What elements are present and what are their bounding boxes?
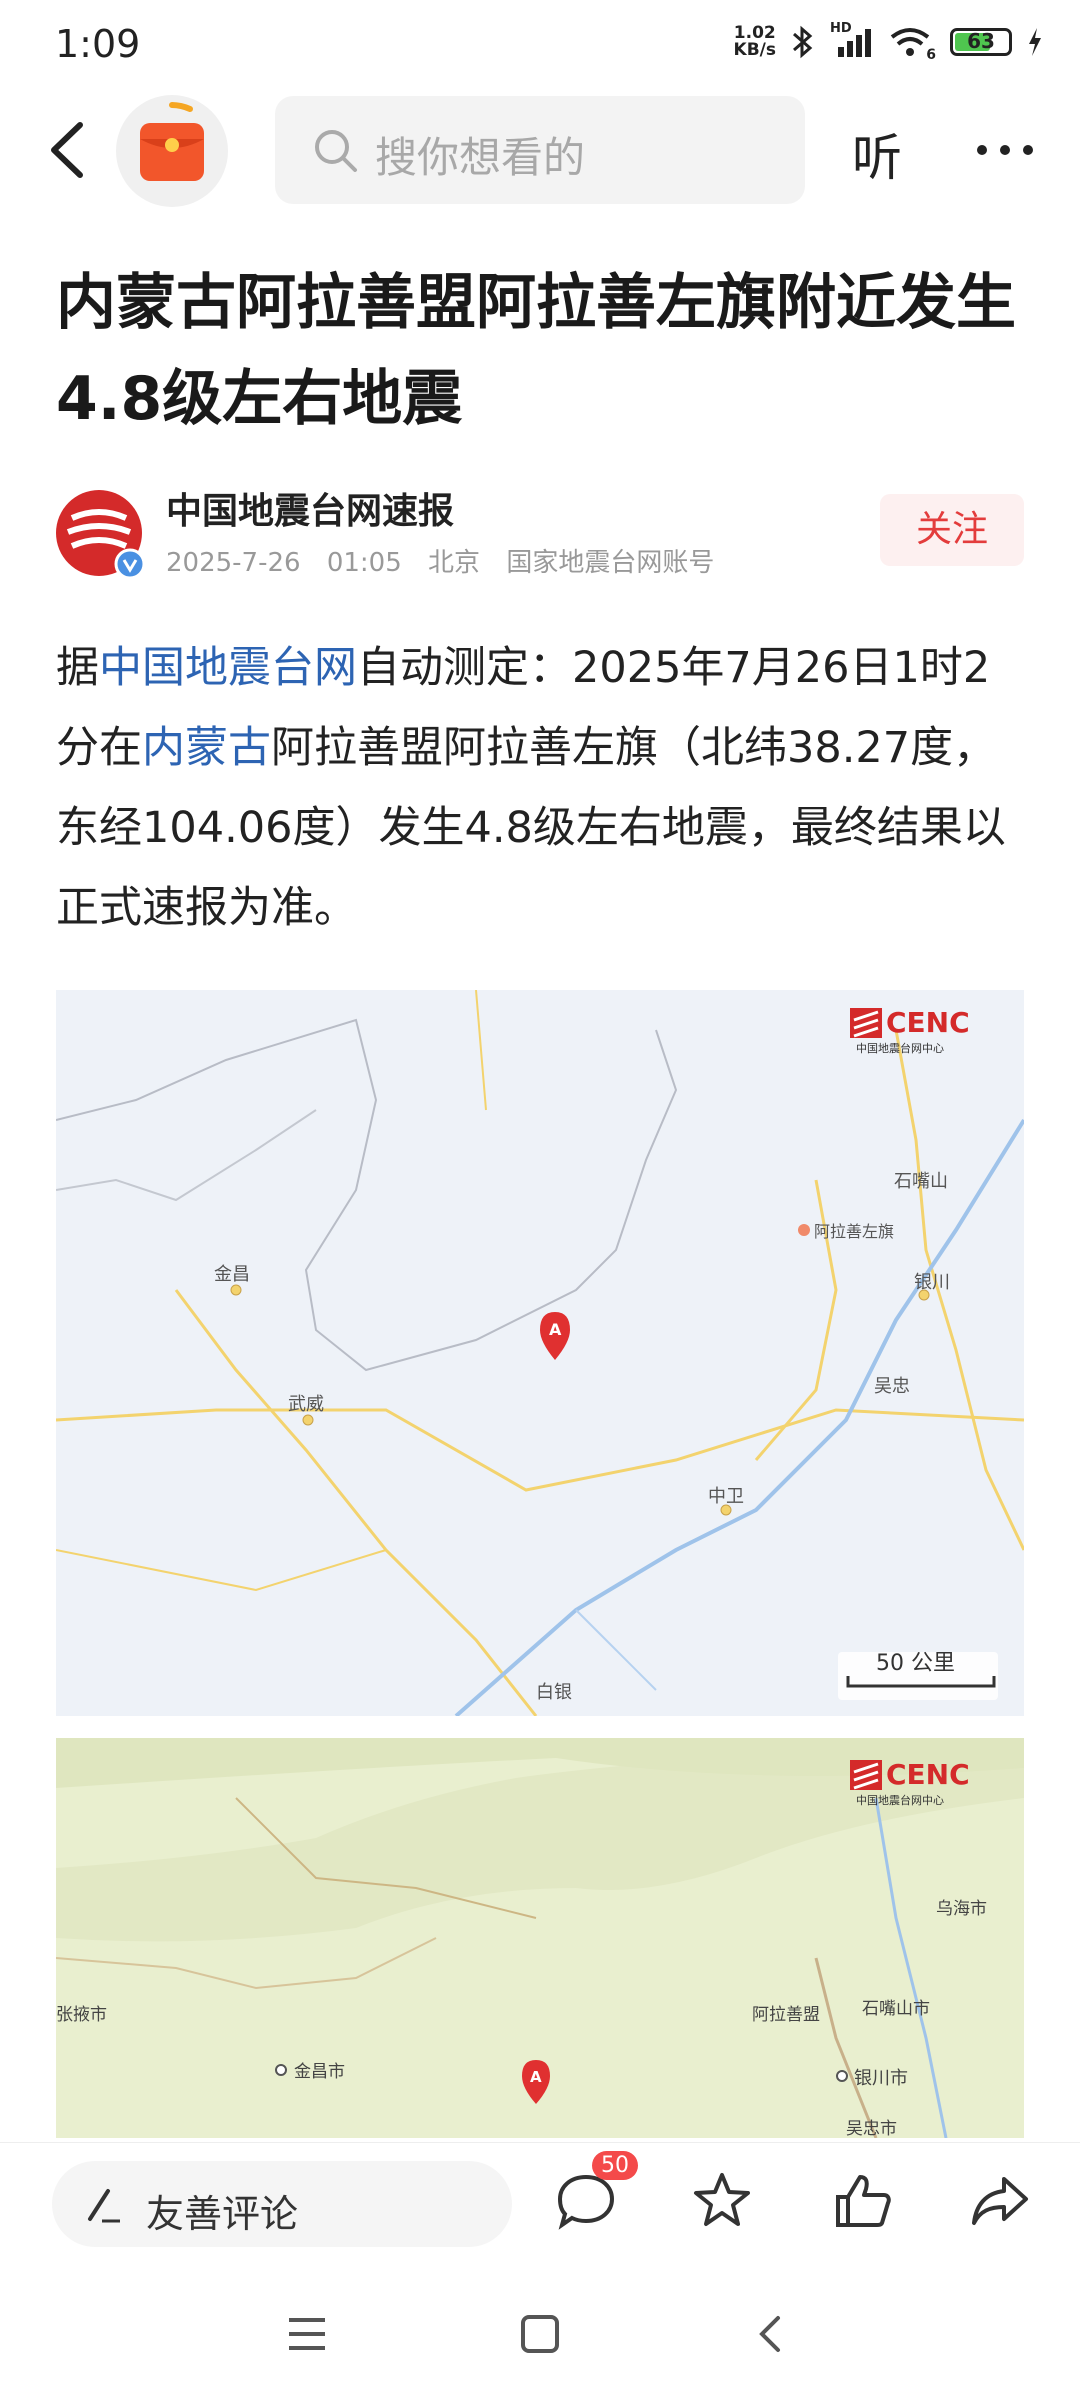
map2-place-yinchuan: 银川市 bbox=[854, 2068, 908, 2089]
search-bar[interactable]: 搜你想看的 bbox=[275, 96, 805, 204]
comment-count-badge: 50 bbox=[592, 2151, 638, 2180]
nav-back-icon[interactable] bbox=[752, 2312, 788, 2356]
bottom-action-bar: 友善评论 50 bbox=[0, 2142, 1080, 2253]
map2-place-alxa: 阿拉善盟 bbox=[752, 2005, 820, 2025]
svg-text:中国地震台网中心: 中国地震台网中心 bbox=[856, 1041, 944, 1055]
publish-time: 01:05 bbox=[326, 548, 402, 578]
cenc-logo-icon bbox=[56, 490, 146, 580]
follow-button[interactable]: 关注 bbox=[880, 494, 1024, 566]
system-nav-bar bbox=[0, 2270, 1080, 2400]
map1-place-jinchang: 金昌 bbox=[214, 1264, 250, 1285]
comment-placeholder: 友善评论 bbox=[146, 2192, 299, 2236]
map2-place-shizuishan: 石嘴山市 bbox=[862, 1999, 930, 2019]
like-icon[interactable] bbox=[830, 2169, 894, 2233]
svg-text:CENC: CENC bbox=[886, 1758, 970, 1791]
comment-input[interactable]: 友善评论 bbox=[52, 2161, 512, 2247]
epicenter-map-1[interactable]: 金昌 武威 阿拉善左旗 石嘴山 银川 吴忠 中卫 白银 A CENC 中国地震台… bbox=[56, 990, 1024, 1716]
status-time: 1:09 bbox=[55, 22, 141, 66]
article-title: 内蒙古阿拉善盟阿拉善左旗附近发生4.8级左右地震 bbox=[56, 268, 1016, 434]
link-cenc[interactable]: 中国地震台网 bbox=[99, 643, 357, 693]
share-icon[interactable] bbox=[968, 2169, 1032, 2233]
home-icon[interactable] bbox=[518, 2312, 562, 2356]
map1-place-wuzhong: 吴忠 bbox=[874, 1376, 910, 1397]
link-inner-mongolia[interactable]: 内蒙古 bbox=[142, 723, 271, 773]
account-type: 国家地震台网账号 bbox=[506, 548, 715, 578]
map1-place-wuwei: 武威 bbox=[288, 1394, 324, 1415]
map2-place-zhangye: 张掖市 bbox=[56, 2005, 107, 2025]
charging-icon bbox=[1029, 28, 1041, 56]
author-meta: 2025-7-26 01:05 北京 国家地震台网账号 bbox=[166, 542, 732, 579]
back-button[interactable] bbox=[40, 115, 100, 185]
wifi-icon: 6 bbox=[888, 25, 936, 63]
map1-place-baiyin: 白银 bbox=[536, 1682, 572, 1703]
map-scale: 50 公里 bbox=[838, 1651, 998, 1700]
map2-place-jinchang: 金昌市 bbox=[294, 2062, 345, 2082]
listen-button[interactable]: 听 bbox=[852, 118, 902, 190]
battery-icon: 63 bbox=[950, 28, 1012, 56]
status-bar: 1:09 1.02 KB/s HD 6 63 bbox=[0, 0, 1080, 96]
svg-text:50 公里: 50 公里 bbox=[876, 1651, 955, 1676]
publish-location: 北京 bbox=[428, 548, 481, 578]
status-icons: 1.02 KB/s HD 6 63 bbox=[733, 21, 1044, 63]
article-body: 据中国地震台网自动测定：2025年7月26日1时2分在内蒙古阿拉善盟阿拉善左旗（… bbox=[56, 643, 1006, 933]
author-name[interactable]: 中国地震台网速报 bbox=[166, 482, 454, 534]
svg-text:A: A bbox=[549, 1320, 562, 1339]
net-speed: 1.02 KB/s bbox=[733, 23, 776, 60]
svg-text:中国地震台网中心: 中国地震台网中心 bbox=[856, 1793, 944, 1807]
red-envelope-icon bbox=[140, 102, 204, 181]
search-icon bbox=[315, 130, 357, 172]
search-placeholder: 搜你想看的 bbox=[375, 133, 586, 182]
map1-place-yinchuan: 银川 bbox=[914, 1272, 950, 1293]
epicenter-map-2[interactable]: 乌海市 阿拉善盟 石嘴山市 银川市 张掖市 金昌市 吴忠市 A CENC 中国地… bbox=[56, 1738, 1024, 2138]
menu-icon[interactable] bbox=[285, 2314, 329, 2354]
more-options-icon[interactable] bbox=[970, 125, 1040, 175]
map2-place-wuzhong: 吴忠市 bbox=[846, 2119, 897, 2138]
author-avatar[interactable] bbox=[54, 488, 146, 580]
map1-place-shizuishan: 石嘴山 bbox=[894, 1171, 948, 1192]
star-icon[interactable] bbox=[690, 2169, 754, 2233]
app-badge[interactable] bbox=[116, 95, 228, 207]
publish-date: 2025-7-26 bbox=[166, 548, 301, 578]
svg-text:CENC: CENC bbox=[886, 1006, 970, 1039]
map1-place-zhongwei: 中卫 bbox=[708, 1486, 744, 1507]
svg-text:A: A bbox=[530, 2068, 542, 2086]
map2-place-wuhai: 乌海市 bbox=[936, 1899, 987, 1919]
bluetooth-icon bbox=[793, 25, 813, 59]
cell-signal-icon: HD bbox=[830, 21, 874, 59]
pen-icon bbox=[88, 2189, 120, 2223]
map1-place-alxa-left: 阿拉善左旗 bbox=[814, 1222, 894, 1241]
